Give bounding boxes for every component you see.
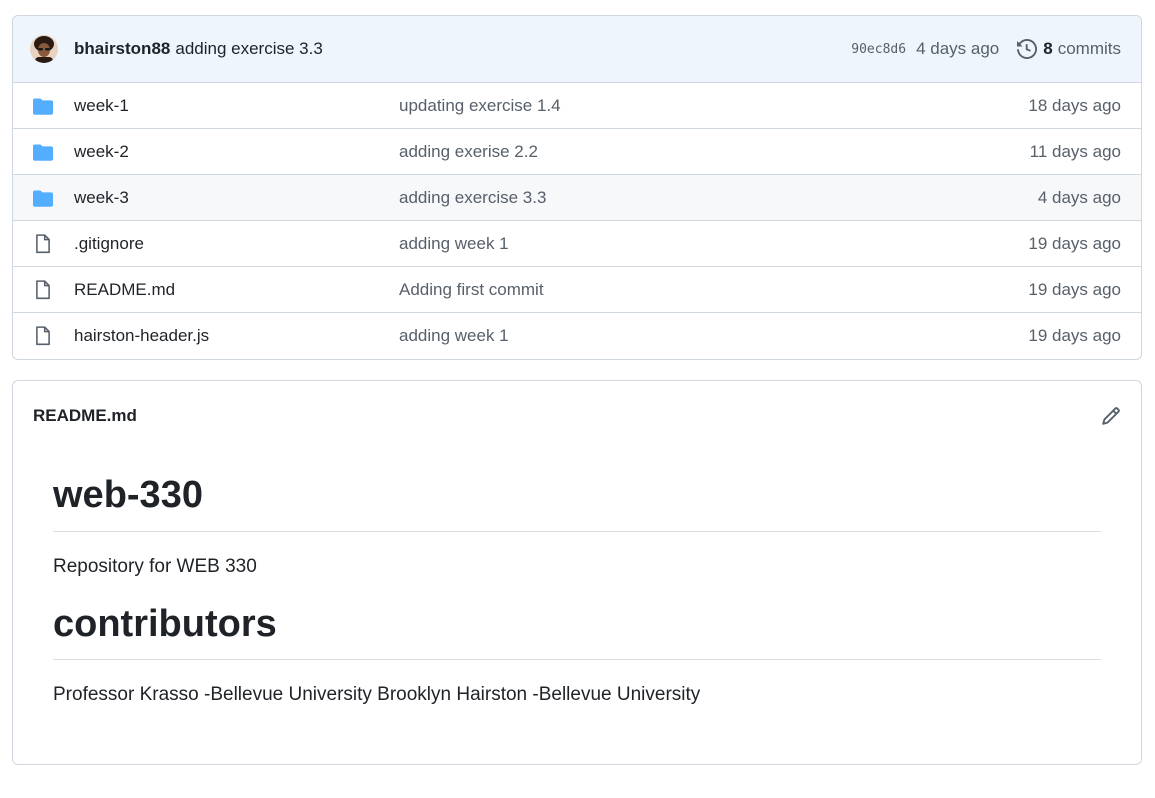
file-age: 19 days ago: [1028, 233, 1121, 253]
commit-message-link[interactable]: adding exercise 3.3: [175, 39, 322, 59]
readme-panel: README.md web-330 Repository for WEB 330…: [12, 380, 1142, 765]
file-name-link[interactable]: hairston-header.js: [74, 326, 399, 346]
readme-description: Repository for WEB 330: [53, 555, 257, 577]
file-commit-link[interactable]: adding exercise 3.3: [399, 188, 1038, 208]
readme-content: web-330 Repository for WEB 330 contribut…: [13, 451, 1141, 706]
folder-icon: [33, 188, 53, 208]
readme-heading-contributors: contributors: [53, 602, 1101, 661]
commits-history-link[interactable]: 8 commits: [1017, 39, 1121, 59]
commits-label: commits: [1057, 39, 1121, 58]
file-icon: [33, 233, 53, 254]
folder-icon: [33, 142, 53, 162]
file-commit-link[interactable]: adding week 1: [399, 326, 1028, 346]
file-row-week-3[interactable]: week-3 adding exercise 3.3 4 days ago: [13, 175, 1141, 221]
commit-count: 8: [1043, 39, 1053, 58]
file-name-link[interactable]: week-1: [74, 96, 399, 116]
file-row-week-1[interactable]: week-1 updating exercise 1.4 18 days ago: [13, 83, 1141, 129]
latest-commit-bar: bhairston88 adding exercise 3.3 90ec8d6 …: [13, 16, 1141, 83]
file-row-hairston-header[interactable]: hairston-header.js adding week 1 19 days…: [13, 313, 1141, 359]
file-name-link[interactable]: .gitignore: [74, 234, 399, 254]
file-commit-link[interactable]: Adding first commit: [399, 280, 1028, 300]
pencil-icon: [1102, 407, 1120, 425]
folder-icon: [33, 96, 53, 116]
edit-readme-button[interactable]: [1101, 406, 1121, 426]
file-row-week-2[interactable]: week-2 adding exerise 2.2 11 days ago: [13, 129, 1141, 175]
readme-filename-link[interactable]: README.md: [33, 406, 137, 426]
file-commit-link[interactable]: adding week 1: [399, 234, 1028, 254]
file-age: 11 days ago: [1029, 141, 1121, 161]
file-row-readme[interactable]: README.md Adding first commit 19 days ag…: [13, 267, 1141, 313]
file-commit-link[interactable]: adding exerise 2.2: [399, 142, 1030, 162]
file-age: 19 days ago: [1028, 279, 1121, 299]
file-age: 19 days ago: [1028, 326, 1121, 345]
file-icon: [33, 279, 53, 300]
readme-heading-title: web-330: [53, 473, 1101, 532]
readme-contributors-text: Professor Krasso -Bellevue University Br…: [53, 684, 701, 706]
file-age: 4 days ago: [1037, 187, 1121, 207]
file-age: 18 days ago: [1028, 95, 1121, 115]
file-commit-link[interactable]: updating exercise 1.4: [399, 96, 1028, 116]
commit-sha-link[interactable]: 90ec8d6: [851, 42, 906, 57]
file-name-link[interactable]: week-2: [74, 142, 399, 162]
file-browser: bhairston88 adding exercise 3.3 90ec8d6 …: [12, 15, 1142, 360]
readme-header: README.md: [13, 381, 1141, 451]
file-row-gitignore[interactable]: .gitignore adding week 1 19 days ago: [13, 221, 1141, 267]
commit-author-link[interactable]: bhairston88: [74, 39, 170, 59]
file-name-link[interactable]: README.md: [74, 280, 399, 300]
history-icon: [1017, 39, 1038, 59]
file-name-link[interactable]: week-3: [74, 188, 399, 208]
commit-time: 4 days ago: [916, 39, 1000, 58]
avatar[interactable]: [30, 35, 58, 63]
file-icon: [33, 326, 53, 346]
